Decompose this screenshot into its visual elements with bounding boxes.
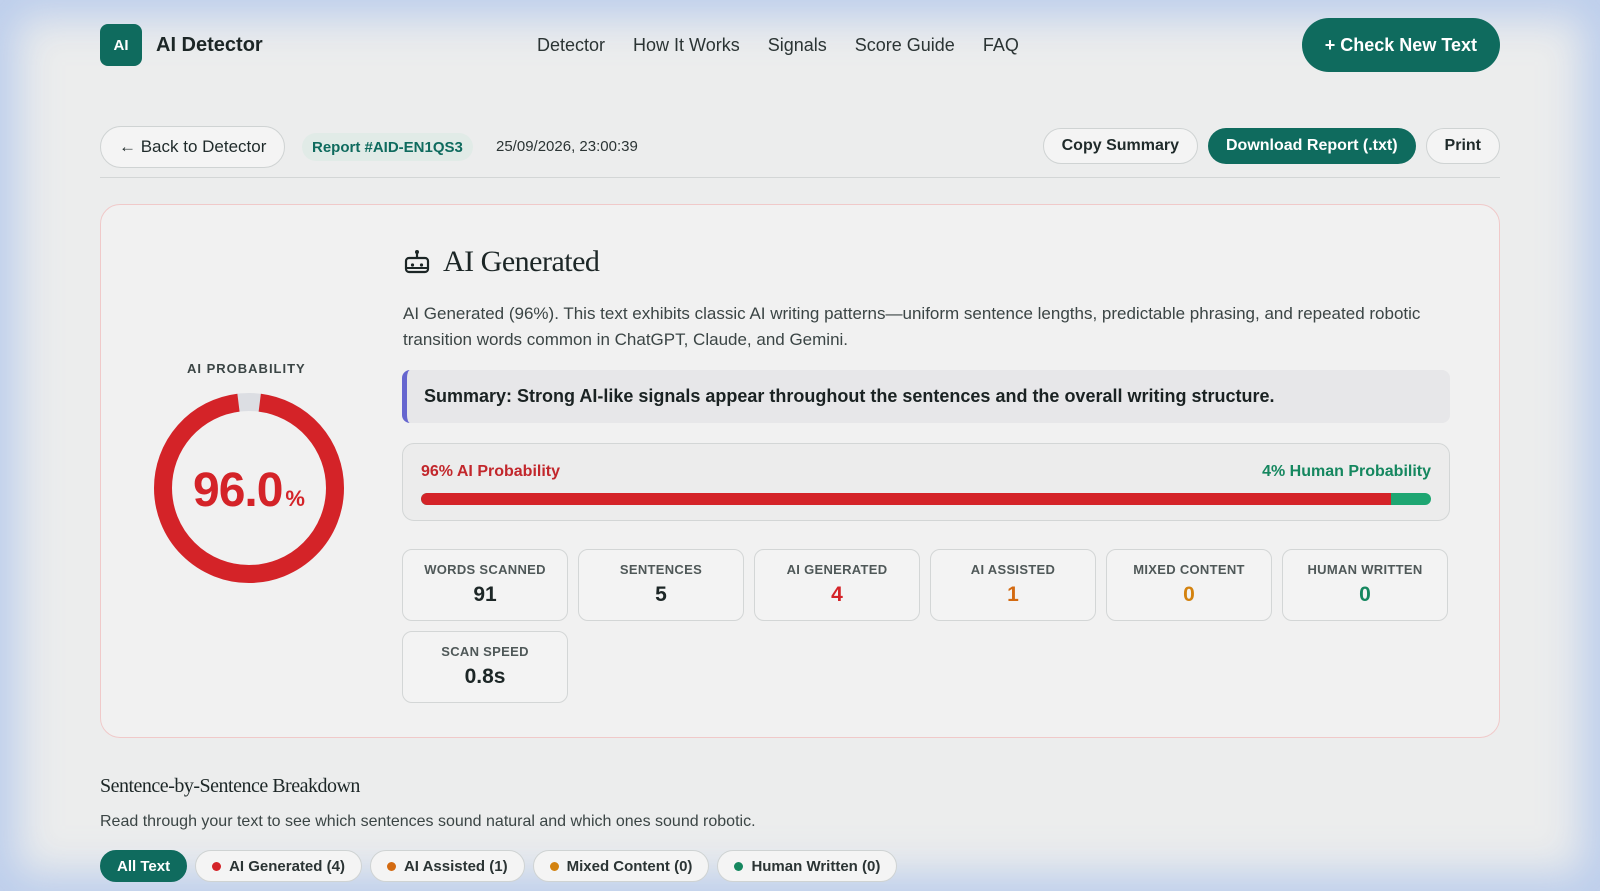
stat-words-scanned: WORDS SCANNED 91 [402,549,568,621]
stat-label: SCAN SPEED [441,644,529,659]
top-navigation: AI AI Detector Detector How It Works Sig… [100,0,1500,90]
copy-summary-button[interactable]: Copy Summary [1042,128,1198,164]
stat-label: AI ASSISTED [970,562,1056,577]
stat-label: HUMAN WRITTEN [1307,562,1423,577]
brand-name: AI Detector [156,33,263,56]
stat-value: 1 [1007,583,1019,606]
stat-label: MIXED CONTENT [1133,562,1245,577]
robot-icon [404,250,430,274]
stat-scan-speed: SCAN SPEED 0.8s [402,631,568,703]
breakdown-subtitle: Read through your text to see which sent… [100,813,756,830]
nav-link-detector[interactable]: Detector [537,35,605,56]
ai-probability-label: AI PROBABILITY [187,361,306,376]
back-to-detector-button[interactable]: ← Back to Detector [100,126,286,168]
stat-human-written: HUMAN WRITTEN 0 [1282,549,1448,621]
stat-ai-generated: AI GENERATED 4 [754,549,920,621]
breakdown-filters: All Text AI Generated (4) AI Assisted (1… [100,850,898,882]
ai-probability-value: 96.0 [193,464,283,517]
nav-link-how-it-works[interactable]: How It Works [633,35,740,56]
filter-label: Mixed Content (0) [566,857,693,875]
stat-label: WORDS SCANNED [424,562,546,577]
filter-human-written[interactable]: Human Written (0) [717,850,898,882]
red-dot-icon [212,861,222,871]
breakdown-title: Sentence-by-Sentence Breakdown [100,775,360,797]
summary-callout: Summary: Strong AI-like signals appear t… [402,370,1450,423]
stat-value: 4 [831,583,843,606]
logo-icon: AI [100,24,142,66]
filter-label: AI Assisted (1) [403,857,508,875]
probability-bar-ai-fill [421,493,1391,505]
brand[interactable]: AI AI Detector [100,24,263,66]
amber-dot-icon [549,861,559,871]
nav-link-faq[interactable]: FAQ [983,35,1019,56]
verdict-title: AI Generated [443,245,600,278]
stat-value: 91 [473,583,497,606]
main-nav: Detector How It Works Signals Score Guid… [537,35,1019,56]
stat-label: SENTENCES [619,562,703,577]
report-actions: Copy Summary Download Report (.txt) Prin… [1042,128,1500,164]
ai-probability-text: 96% AI Probability [421,463,560,480]
stat-value: 5 [655,583,667,606]
report-id-badge: Report #AID-EN1QS3 [302,133,473,161]
stat-mixed-content: MIXED CONTENT 0 [1106,549,1272,621]
verdict-description: AI Generated (96%). This text exhibits c… [403,304,1421,349]
scan-stats: WORDS SCANNED 91 SENTENCES 5 AI GENERATE… [402,549,1450,703]
orange-dot-icon [386,861,396,871]
report-toolbar: ← Back to Detector Report #AID-EN1QS3 25… [100,90,1500,178]
probability-split: 96% AI Probability 4% Human Probability [402,443,1450,521]
human-probability-text: 4% Human Probability [1262,463,1431,480]
stat-value: 0 [1359,583,1371,606]
verdict-heading: AI Generated [403,245,600,279]
stat-value: 0.8s [464,665,506,688]
check-new-text-button[interactable]: + Check New Text [1301,18,1500,72]
filter-label: AI Generated (4) [229,857,345,875]
filter-ai-assisted[interactable]: AI Assisted (1) [369,850,525,882]
report-timestamp: 25/09/2026, 23:00:39 [496,138,638,155]
gauge-readout: 96.0 % [152,391,346,585]
nav-link-signals[interactable]: Signals [768,35,827,56]
filter-ai-generated[interactable]: AI Generated (4) [195,850,362,882]
ai-probability-unit: % [285,486,305,511]
print-button[interactable]: Print [1425,128,1500,164]
nav-link-score-guide[interactable]: Score Guide [855,35,955,56]
filter-label: All Text [117,857,171,875]
filter-mixed-content[interactable]: Mixed Content (0) [532,850,710,882]
filter-all-text[interactable]: All Text [100,850,188,882]
filter-label: Human Written (0) [751,857,881,875]
result-card: AI PROBABILITY 96.0 % AI Generated AI Ge… [100,204,1500,738]
probability-bar [421,493,1431,505]
stat-ai-assisted: AI ASSISTED 1 [930,549,1096,621]
stat-label: AI GENERATED [786,562,888,577]
green-dot-icon [734,861,744,871]
stat-sentences: SENTENCES 5 [578,549,744,621]
download-report-button[interactable]: Download Report (.txt) [1208,128,1416,164]
stat-value: 0 [1183,583,1195,606]
